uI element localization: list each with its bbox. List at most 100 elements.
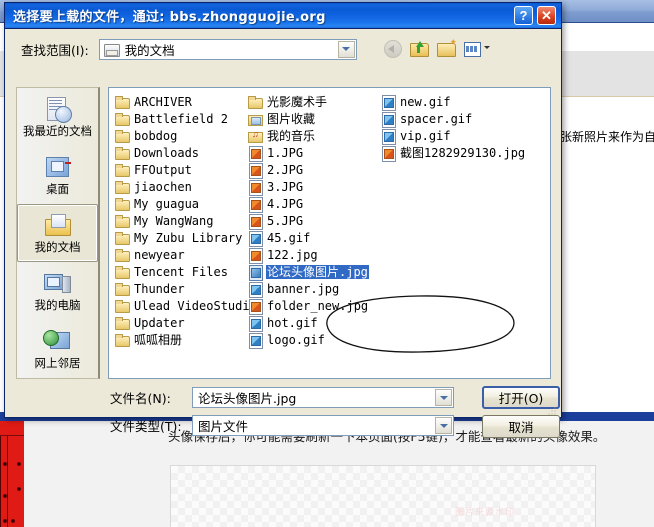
- file-list-item[interactable]: 5.JPG: [246, 212, 379, 230]
- folder-icon: [115, 197, 130, 211]
- gif-file-icon: [248, 281, 263, 298]
- file-list-item[interactable]: ARCHIVER: [113, 93, 246, 110]
- preview-watermark: 图片来源水印: [455, 507, 516, 517]
- file-list-item[interactable]: 122.jpg: [246, 246, 379, 264]
- file-list-item[interactable]: vip.gif: [379, 127, 539, 145]
- file-list-item[interactable]: Updater: [113, 314, 246, 331]
- file-list-item[interactable]: jiaochen: [113, 178, 246, 195]
- file-name-label: 5.JPG: [267, 213, 304, 228]
- dialog-titlebar[interactable]: 选择要上载的文件，通过: bbs.zhongguojie.org ? ✕: [5, 3, 561, 29]
- file-list-item[interactable]: 2.JPG: [246, 161, 379, 179]
- folder-icon: [103, 42, 120, 57]
- network-neighborhood-icon: [42, 329, 73, 356]
- file-name-label: spacer.gif: [400, 111, 473, 126]
- chevron-down-icon[interactable]: [435, 417, 452, 434]
- folder-icon: [115, 146, 130, 160]
- places-bar: 我最近的文档 桌面 我的文档 我的电脑 网上邻居: [16, 87, 100, 379]
- file-name-label: Battlefield 2: [134, 111, 228, 126]
- file-list-item[interactable]: bobdog: [113, 127, 246, 144]
- file-list-item[interactable]: spacer.gif: [379, 110, 539, 128]
- file-list-item[interactable]: 45.gif: [246, 229, 379, 247]
- chevron-down-icon[interactable]: [337, 40, 355, 58]
- folder-icon: [115, 112, 130, 126]
- file-list-column: new.gif spacer.gif vip.gif 截图1282929130.jpg: [379, 93, 539, 348]
- file-name-label: 呱呱相册: [134, 332, 183, 347]
- file-name-label: newyear: [134, 247, 185, 262]
- file-list-item[interactable]: My guagua: [113, 195, 246, 212]
- folder-icon: [115, 333, 130, 347]
- file-list-item[interactable]: My WangWang: [113, 212, 246, 229]
- file-list-item[interactable]: 我的音乐: [246, 127, 379, 144]
- cancel-button[interactable]: 取消: [482, 415, 560, 438]
- file-list-item[interactable]: hot.gif: [246, 314, 379, 332]
- file-list-item[interactable]: Downloads: [113, 144, 246, 161]
- look-in-combobox[interactable]: 我的文档: [98, 38, 357, 60]
- sidebar-item-my-documents[interactable]: 我的文档: [17, 204, 98, 262]
- filename-input[interactable]: 论坛头像图片.jpg: [192, 387, 454, 408]
- dialog-toolbar: [383, 38, 490, 58]
- sidebar-item-desktop[interactable]: 桌面: [17, 146, 98, 204]
- file-name-label: 2.JPG: [267, 162, 304, 177]
- file-list-item[interactable]: 图片收藏: [246, 110, 379, 127]
- jpg-file-icon: [248, 145, 263, 162]
- file-list-item[interactable]: Battlefield 2: [113, 110, 246, 127]
- file-list-column: 光影魔术手图片收藏我的音乐 1.JPG 2.JPG 3.JPG 4.JPG 5.JPG 45…: [246, 93, 379, 349]
- up-one-level-icon[interactable]: [410, 39, 430, 57]
- file-list-view[interactable]: ARCHIVER Battlefield 2 bobdog Downloads FFOu…: [108, 87, 551, 379]
- file-list-item[interactable]: 1.JPG: [246, 144, 379, 162]
- file-list-item[interactable]: 3.JPG: [246, 178, 379, 196]
- folder-icon: [115, 163, 130, 177]
- file-list-item[interactable]: newyear: [113, 246, 246, 263]
- close-icon[interactable]: ✕: [537, 6, 556, 25]
- file-list-item[interactable]: 呱呱相册: [113, 331, 246, 348]
- file-name-label: 截图1282929130.jpg: [400, 145, 526, 160]
- file-list-item[interactable]: new.gif: [379, 93, 539, 111]
- jpg-file-icon: [248, 179, 263, 196]
- sidebar-item-my-computer[interactable]: 我的电脑: [17, 262, 98, 320]
- back-icon[interactable]: [383, 39, 403, 58]
- views-icon[interactable]: [464, 39, 490, 57]
- file-name-label: 3.JPG: [267, 179, 304, 194]
- file-list-item[interactable]: folder_new.jpg: [246, 297, 379, 315]
- gif-file-icon: [381, 111, 396, 128]
- file-name-label: new.gif: [400, 94, 451, 109]
- folder-icon: [115, 299, 130, 313]
- file-list-columns: ARCHIVER Battlefield 2 bobdog Downloads FFOu…: [109, 88, 550, 349]
- file-name-label: ARCHIVER: [134, 94, 192, 109]
- file-name-label: My guagua: [134, 196, 200, 211]
- file-name-label: Thunder: [134, 281, 185, 296]
- file-list-item[interactable]: 论坛头像图片.jpg: [246, 263, 379, 281]
- file-name-label: 45.gif: [267, 230, 311, 245]
- gif-file-icon: [381, 94, 396, 111]
- file-list-item[interactable]: Tencent Files: [113, 263, 246, 280]
- jpg-file-icon: [381, 145, 396, 162]
- resize-grip[interactable]: [546, 405, 558, 417]
- file-list-item[interactable]: 4.JPG: [246, 195, 379, 213]
- folder-icon: [248, 95, 263, 109]
- gif-file-icon: [248, 315, 263, 332]
- file-list-item[interactable]: banner.jpg: [246, 280, 379, 298]
- file-list-item[interactable]: 截图1282929130.jpg: [379, 144, 539, 162]
- file-list-item[interactable]: Ulead VideoStudio: [113, 297, 257, 314]
- file-list-item[interactable]: FFOutput: [113, 161, 246, 178]
- file-list-item[interactable]: logo.gif: [246, 331, 379, 349]
- sidebar-item-network-places[interactable]: 网上邻居: [17, 320, 98, 378]
- file-name-label: 122.jpg: [267, 247, 318, 262]
- filetype-select[interactable]: 图片文件: [192, 415, 454, 436]
- file-name-label: 4.JPG: [267, 196, 304, 211]
- file-name-label: 论坛头像图片.jpg: [266, 264, 369, 279]
- file-list-item[interactable]: My Zubu Library: [113, 229, 246, 246]
- folder-icon: [115, 231, 130, 245]
- file-list-item[interactable]: Thunder: [113, 280, 246, 297]
- filetype-row: 文件类型(T): 图片文件: [110, 415, 454, 436]
- folder-icon: [115, 129, 130, 143]
- sidebar-item-recent-documents[interactable]: 我最近的文档: [17, 88, 98, 146]
- file-list-item[interactable]: 光影魔术手: [246, 93, 379, 110]
- sidebar-item-label: 桌面: [46, 182, 69, 196]
- chevron-down-icon[interactable]: [435, 389, 452, 406]
- new-folder-icon[interactable]: [437, 38, 457, 57]
- help-icon[interactable]: ?: [514, 6, 533, 25]
- red-decoration-top: [0, 421, 24, 436]
- folder-icon: [115, 214, 130, 228]
- sidebar-item-label: 网上邻居: [34, 356, 81, 370]
